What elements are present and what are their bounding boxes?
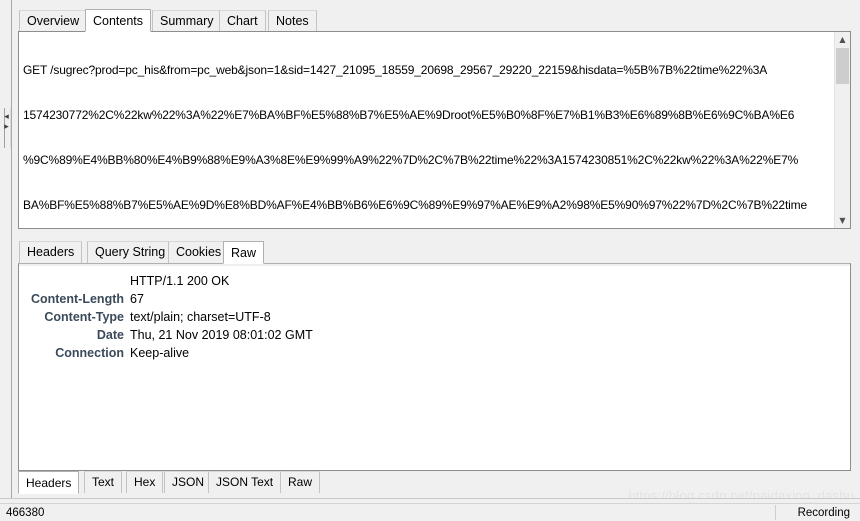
view-tab-hex[interactable]: Hex xyxy=(126,471,164,493)
table-row: HTTP/1.1 200 OK xyxy=(19,273,850,291)
table-row: Connection Keep-alive xyxy=(19,345,850,363)
header-value: Keep-alive xyxy=(130,346,190,360)
response-inspector-tabstrip: Headers Query String Cookies Raw xyxy=(13,241,860,264)
header-name: Content-Type xyxy=(44,310,124,324)
raw-line: BA%BF%E5%88%B7%E5%AE%9D%E8%BD%AF%E4%BB%B… xyxy=(23,198,808,212)
window-bottom-edge xyxy=(0,498,860,502)
fiddler-window: ◂ ▸ Overview Contents Summary Chart Notes… xyxy=(0,0,860,521)
request-raw-textarea[interactable]: GET /sugrec?prod=pc_his&from=pc_web&json… xyxy=(18,31,851,229)
view-tab-text[interactable]: Text xyxy=(84,471,123,493)
raw-line: GET /sugrec?prod=pc_his&from=pc_web&json… xyxy=(23,63,768,77)
scrollbar-thumb[interactable] xyxy=(836,48,849,84)
tab-contents[interactable]: Contents xyxy=(85,9,152,32)
header-value: text/plain; charset=UTF-8 xyxy=(130,310,271,324)
table-row: Content-Length 67 xyxy=(19,291,850,309)
tab-overview[interactable]: Overview xyxy=(19,10,88,32)
scroll-up-icon[interactable]: ▲ xyxy=(835,32,850,47)
status-bar: 466380 Recording xyxy=(0,503,860,521)
table-row: Content-Type text/plain; charset=UTF-8 xyxy=(19,309,850,327)
view-tab-json-text[interactable]: JSON Text xyxy=(208,471,282,493)
request-raw-scrollbar[interactable]: ▲ ▼ xyxy=(834,32,850,228)
response-view-tabstrip: Headers Text Hex JSON JSON Text Raw xyxy=(18,471,851,494)
status-line-spacer xyxy=(19,273,130,291)
response-inspector-pane: Headers Query String Cookies Raw HTTP/1.… xyxy=(13,241,860,498)
raw-line: 1574230772%2C%22kw%22%3A%22%E7%BA%BF%E5%… xyxy=(23,108,795,122)
response-status-line: HTTP/1.1 200 OK xyxy=(130,274,230,288)
request-tabstrip: Overview Contents Summary Chart Notes xyxy=(13,9,860,32)
status-bar-separator xyxy=(775,505,776,520)
table-row: Date Thu, 21 Nov 2019 08:01:02 GMT xyxy=(19,327,850,345)
tab-raw[interactable]: Raw xyxy=(223,241,265,264)
request-inspector-pane: Overview Contents Summary Chart Notes GE… xyxy=(13,0,860,238)
header-value: Thu, 21 Nov 2019 08:01:02 GMT xyxy=(130,328,313,342)
request-raw-text: GET /sugrec?prod=pc_his&from=pc_web&json… xyxy=(23,33,831,228)
raw-line: %9C%89%E4%BB%80%E4%B9%88%E9%A3%8E%E9%99%… xyxy=(23,153,799,167)
status-bar-left-text: 466380 xyxy=(6,507,45,519)
header-value: 67 xyxy=(130,292,144,306)
tab-notes[interactable]: Notes xyxy=(268,10,317,32)
tab-cookies[interactable]: Cookies xyxy=(168,241,230,263)
header-name: Content-Length xyxy=(30,292,124,306)
view-tab-raw[interactable]: Raw xyxy=(280,471,321,493)
tab-query-string[interactable]: Query String xyxy=(87,241,174,263)
header-name: Connection xyxy=(55,346,124,360)
scroll-down-icon[interactable]: ▼ xyxy=(835,213,850,228)
view-tab-headers[interactable]: Headers xyxy=(18,471,80,494)
header-name: Date xyxy=(96,328,124,342)
tab-summary[interactable]: Summary xyxy=(152,10,222,32)
tab-chart[interactable]: Chart xyxy=(219,10,266,32)
tab-headers[interactable]: Headers xyxy=(19,241,83,263)
response-headers-view[interactable]: HTTP/1.1 200 OK Content-Length 67 Conten… xyxy=(18,263,851,471)
view-tab-json[interactable]: JSON xyxy=(164,471,213,493)
status-bar-recording-text[interactable]: Recording xyxy=(798,507,850,519)
response-headers-table: HTTP/1.1 200 OK Content-Length 67 Conten… xyxy=(19,273,850,363)
headers-top-divider xyxy=(19,264,850,266)
